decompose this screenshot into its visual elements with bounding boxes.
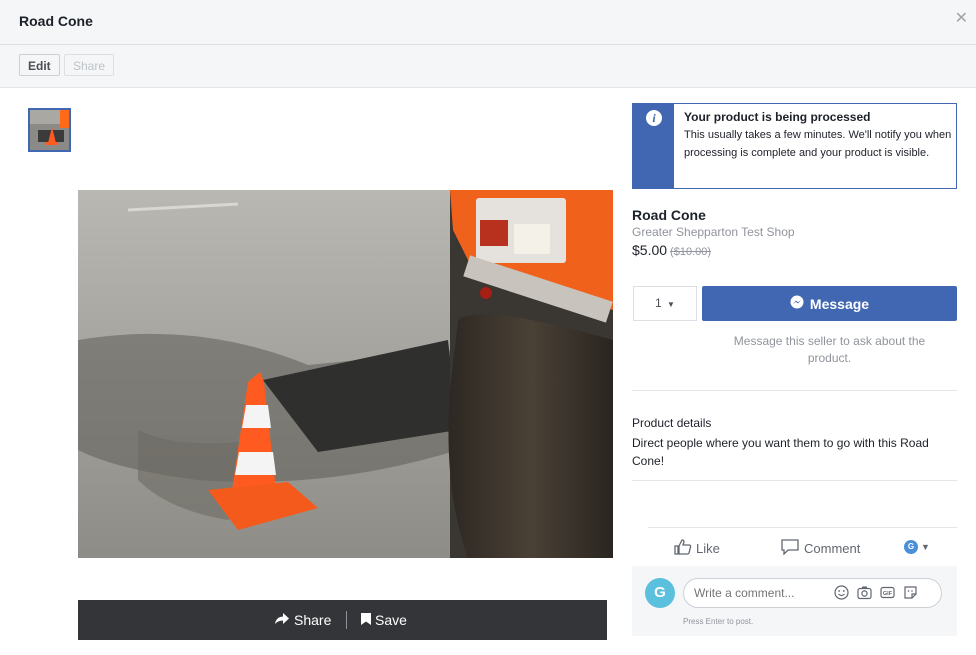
product-photo (78, 190, 613, 558)
photo-share-label: Share (294, 612, 332, 628)
notice-body: This usually takes a few minutes. We'll … (684, 129, 952, 159)
mini-avatar: G (904, 540, 918, 554)
share-button[interactable]: Share (64, 54, 115, 76)
shop-name[interactable]: Greater Shepparton Test Shop (632, 225, 795, 239)
product-details-body: Direct people where you want them to go … (632, 436, 929, 468)
action-divider (346, 611, 347, 629)
dialog-title: Road Cone (19, 13, 93, 29)
like-label: Like (696, 541, 720, 556)
comment-bubble-icon (781, 539, 799, 558)
svg-text:GIF: GIF (883, 591, 893, 597)
photo-share-button[interactable]: Share (275, 612, 331, 628)
product-name: Road Cone (632, 207, 706, 223)
message-hint: Message this seller to ask about the pro… (733, 334, 926, 365)
photo-thumbnail[interactable] (28, 108, 71, 152)
reaction-bar: Like Comment G ▼ (648, 527, 957, 566)
product-price: $5.00 ($10.00) (632, 242, 711, 258)
share-arrow-icon (275, 612, 289, 628)
avatar[interactable]: G (645, 578, 675, 608)
caret-down-icon: ▼ (921, 542, 930, 552)
toolbar: Edit Share (0, 45, 976, 88)
photo-save-label: Save (375, 612, 407, 628)
chevron-down-icon: ▼ (667, 300, 675, 309)
gif-icon[interactable]: GIF (880, 585, 895, 605)
message-button[interactable]: Message (702, 286, 957, 321)
like-button[interactable]: Like (674, 539, 720, 558)
divider (632, 390, 957, 391)
photo-action-bar: Share Save (78, 600, 607, 640)
photo-save-button[interactable]: Save (361, 612, 407, 628)
original-price: ($10.00) (670, 246, 712, 258)
comment-hint: Press Enter to post. (683, 617, 754, 626)
message-label: Message (809, 295, 870, 312)
divider (632, 480, 957, 481)
current-price: $5.00 (632, 242, 668, 258)
post-as-selector[interactable]: G ▼ (904, 540, 930, 554)
dialog-header: Road Cone ✕ (0, 0, 976, 45)
comment-button[interactable]: Comment (781, 539, 860, 558)
bookmark-icon (361, 612, 371, 628)
composer-icons: GIF (834, 585, 918, 605)
quantity-select[interactable]: 1 ▼ (633, 286, 697, 321)
emoji-icon[interactable] (834, 585, 849, 605)
thumbs-up-icon (674, 539, 692, 558)
quantity-value: 1 (655, 296, 662, 310)
comment-composer: G GIF Press Enter to post. (632, 566, 957, 636)
sticker-icon[interactable] (903, 585, 918, 605)
product-details-title: Product details (632, 416, 712, 430)
edit-button[interactable]: Edit (19, 54, 60, 76)
messenger-icon (790, 295, 804, 312)
notice-title: Your product is being processed (684, 110, 871, 124)
comment-label: Comment (804, 541, 861, 556)
processing-notice: i Your product is being processed This u… (632, 103, 957, 189)
info-icon: i (646, 110, 662, 126)
camera-icon[interactable] (857, 585, 872, 605)
close-icon[interactable]: ✕ (955, 11, 968, 27)
